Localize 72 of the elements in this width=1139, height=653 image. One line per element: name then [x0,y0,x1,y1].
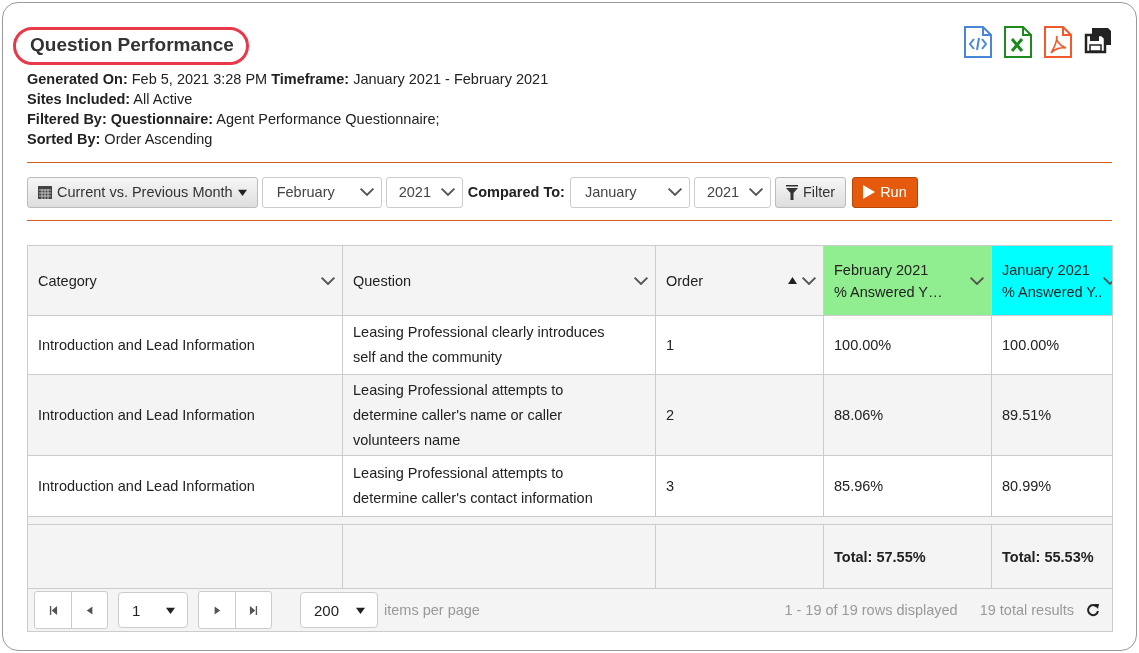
calendar-icon [38,185,52,199]
chevron-down-icon [747,187,764,197]
chevron-down-icon [320,275,336,286]
column-header[interactable]: January 2021 % Answered Y.. [991,246,1112,315]
spreadsheet-file-icon[interactable] [1004,26,1032,58]
chevron-down-icon [969,275,985,286]
chevron-down-icon [1102,275,1112,286]
column-header[interactable]: Question [342,246,655,315]
month-select[interactable]: February [261,176,382,208]
sort-ascending-icon [788,276,797,285]
first-page-icon [48,605,58,615]
table-cell: 80.99% [991,456,1112,516]
rows-info: 1 - 19 of 19 rows displayed [784,602,958,618]
table-cell: 100.00% [823,316,991,374]
year-select[interactable]: 2021 [385,176,463,208]
filter-button[interactable]: Filter [774,176,847,208]
year-select[interactable]: 2021 [693,176,771,208]
column-header-label: Category [38,271,97,291]
page-size-select[interactable]: 200 [300,592,378,628]
table-cell: Leasing Professional clearly introduces self and the community [342,316,655,374]
column-header-label: January 2021 [1002,260,1091,280]
caret-icon [166,605,175,615]
chevron-down-icon [801,275,817,286]
last-page-icon [249,605,258,615]
play-icon [863,185,876,199]
column-header-label: Order [666,271,704,291]
save-icon[interactable] [1084,26,1112,54]
table-cell: 3 [655,456,823,516]
report-meta-line: Sorted By: Order Ascending [27,130,214,149]
funnel-icon [785,184,798,200]
table-cell: 1 [655,316,823,374]
run-button[interactable]: Run [852,176,918,208]
page-select[interactable]: 1 [118,592,188,628]
caret-icon [356,605,365,615]
table-cell-text: Introduction and Lead Information [37,476,256,496]
column-header-label: February 2021 [834,260,930,280]
table-cell-text: Introduction and Lead Information [37,335,256,355]
month-select[interactable]: January [569,176,690,208]
refresh-icon[interactable] [1086,603,1100,617]
report-meta-line: Generated On: Feb 5, 2021 3:28 PM Timeframe: January 2021 - February 2021 [27,70,550,89]
total-results: 19 total results [979,602,1074,618]
report-title: Question Performance [13,27,249,65]
column-total: Total: 55.53% [1002,548,1094,565]
column-header-label: % Answered Y… [834,282,943,302]
column-header-label: % Answered Y.. [1002,282,1103,302]
page-size-label: items per page [384,602,480,618]
table-cell: 100.00% [991,316,1112,374]
table-cell: Leasing Professional attempts to determine caller's name or caller volunteers name [342,375,655,455]
table-cell: 89.51% [991,375,1112,455]
column-total: Total: 57.55% [834,548,926,565]
column-header[interactable]: Category [28,246,342,315]
caret-icon [237,187,247,197]
previous-page-icon [85,605,94,615]
chevron-down-icon [633,275,649,286]
table-cell: Leasing Professional attempts to determine caller's contact information [342,456,655,516]
chevron-down-icon [439,187,456,197]
table-cell: 2 [655,375,823,455]
report-meta-line: Filtered By: Questionnaire: Agent Performance Questionnaire; [27,110,441,129]
pdf-file-icon[interactable] [1044,26,1072,58]
table-cell-text: Introduction and Lead Information [37,405,256,425]
chevron-down-icon [666,187,683,197]
date-range-button[interactable]: Current vs. Previous Month [27,176,258,208]
code-file-icon[interactable] [964,26,992,58]
column-header[interactable]: February 2021 % Answered Y… [823,246,991,315]
table-cell: 85.96% [823,456,991,516]
column-header-label: Question [353,271,412,291]
table-cell: 88.06% [823,375,991,455]
column-header[interactable]: Order [655,246,823,315]
compared-to-label: Compared To: [467,184,565,200]
chevron-down-icon [358,187,375,197]
report-meta-line: Sites Included: All Active [27,90,194,109]
next-page-icon [213,605,221,615]
